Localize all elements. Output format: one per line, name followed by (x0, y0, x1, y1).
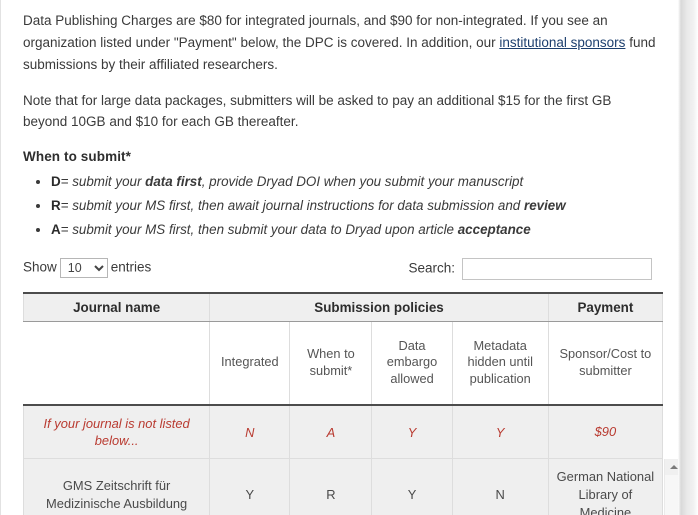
table-row[interactable]: If your journal is not listed below... N… (22, 404, 664, 460)
cell-metadata-hidden: N (451, 458, 549, 515)
search-control: Search: (408, 257, 652, 280)
subheader-metadata-hidden-until-publication[interactable]: Metadata hidden until publication (451, 320, 549, 406)
search-label: Search: (408, 260, 455, 276)
legend-key-a: A (51, 222, 61, 238)
page-container: Data Publishing Charges are $80 for inte… (0, 0, 678, 515)
cell-when-to-submit: A (289, 404, 373, 460)
scrollbar-track[interactable] (665, 474, 678, 515)
header-payment[interactable]: Payment (547, 291, 664, 322)
legend-item-a: A= submit your MS first, then submit you… (51, 218, 656, 242)
legend-bold-r: review (523, 198, 566, 214)
cell-metadata-hidden: Y (451, 404, 549, 460)
cell-integrated: Y (209, 458, 291, 515)
cell-integrated: N (209, 404, 291, 460)
journal-policies-table: Journal name Submission policies Payment… (22, 291, 664, 515)
cell-payment: $90 (547, 404, 664, 460)
subheader-integrated[interactable]: Integrated (209, 320, 291, 406)
cell-journal-name: GMS Zeitschrift für Medizinische Ausbild… (22, 458, 211, 515)
legend-key-d: D (51, 174, 61, 190)
entries-per-page-select[interactable]: 10 25 50 100 (59, 257, 108, 278)
header-journal-name[interactable]: Journal name (22, 291, 211, 322)
legend-text-r-1: = submit your MS first, then await journ… (60, 198, 524, 214)
when-to-submit-heading: When to submit* (23, 149, 131, 165)
cell-when-to-submit: R (289, 458, 373, 515)
submission-code-legend: D= submit your data first, provide Dryad… (23, 170, 656, 242)
legend-bold-a: acceptance (457, 222, 531, 238)
legend-item-d: D= submit your data first, provide Dryad… (51, 170, 656, 194)
legend-key-r: R (51, 198, 61, 214)
table-row[interactable]: GMS Zeitschrift für Medizinische Ausbild… (22, 458, 664, 515)
table-controls: Show 10 25 50 100 entries Search: (23, 257, 656, 286)
table-sub-header-row: Integrated When to submit* Data embargo … (23, 320, 664, 406)
subheader-blank (23, 320, 211, 406)
cell-data-embargo: Y (371, 404, 453, 460)
search-input[interactable] (462, 257, 652, 280)
journal-table-wrapper: Journal name Submission policies Payment… (22, 291, 678, 515)
entries-label: entries (110, 259, 152, 275)
cell-data-embargo: Y (371, 458, 453, 515)
table-group-header-row: Journal name Submission policies Payment (22, 291, 664, 322)
show-label: Show (23, 259, 57, 275)
subheader-sponsor-cost-to-submitter[interactable]: Sponsor/Cost to submitter (547, 320, 664, 406)
institutional-sponsors-link[interactable]: institutional sponsors (499, 35, 625, 50)
page-right-gutter (678, 0, 698, 515)
legend-text-a-1: = submit your MS first, then submit your… (60, 222, 458, 238)
subheader-data-embargo-allowed[interactable]: Data embargo allowed (371, 320, 453, 406)
triangle-up-icon[interactable] (665, 458, 678, 475)
cell-payment: German National Library of Medicine (547, 458, 664, 515)
legend-text-d-2: , provide Dryad DOI when you submit your… (201, 174, 524, 190)
table-body: If your journal is not listed below... N… (22, 404, 664, 515)
header-submission-policies[interactable]: Submission policies (209, 291, 549, 322)
entries-length-control: Show 10 25 50 100 entries (23, 257, 152, 278)
intro-paragraph-1: Data Publishing Charges are $80 for inte… (23, 10, 656, 76)
intro-paragraph-2: Note that for large data packages, submi… (23, 92, 612, 130)
legend-bold-d: data first (145, 174, 202, 190)
table-head: Journal name Submission policies Payment… (22, 291, 664, 406)
legend-text-d-1: = submit your (60, 174, 146, 190)
content-area: Data Publishing Charges are $80 for inte… (1, 0, 678, 515)
cell-journal-name: If your journal is not listed below... (22, 404, 211, 460)
subheader-when-to-submit[interactable]: When to submit* (289, 320, 373, 406)
legend-item-r: R= submit your MS first, then await jour… (51, 194, 656, 218)
table-vertical-scrollbar[interactable] (664, 458, 678, 515)
